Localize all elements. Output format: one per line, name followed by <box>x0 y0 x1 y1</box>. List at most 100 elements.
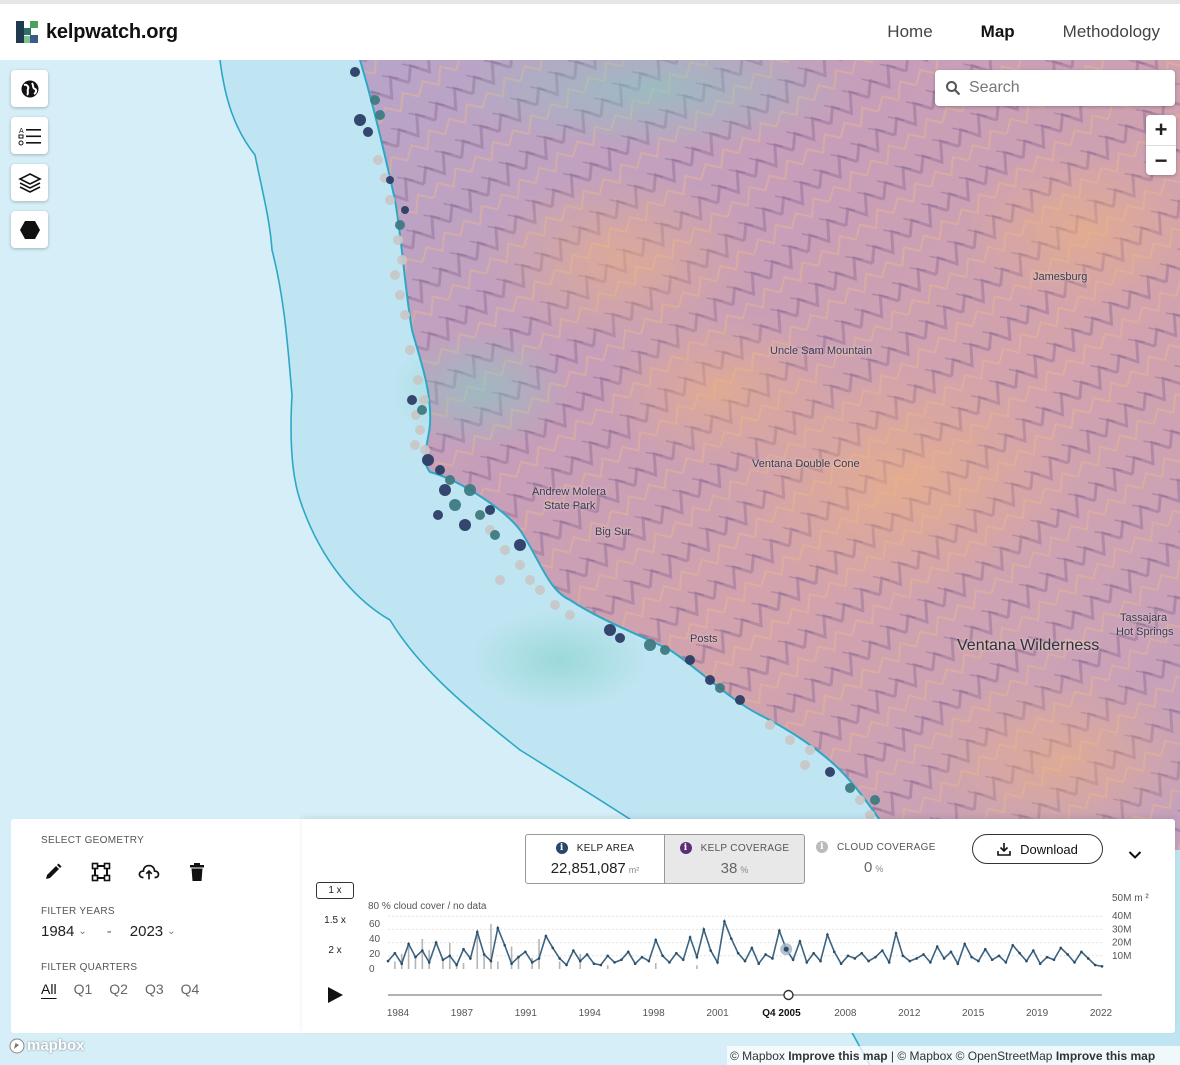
kelp-area-point <box>791 958 795 962</box>
kelp-area-point <box>469 957 472 960</box>
mapbox-icon <box>9 1038 25 1053</box>
kelp-area-point <box>455 963 458 967</box>
quarter-q1[interactable]: Q1 <box>74 981 93 997</box>
kelp-area-point <box>613 961 616 964</box>
kelp-area-point <box>949 950 953 954</box>
kelp-area-point <box>778 929 781 933</box>
cloud-cover-bar <box>476 935 479 969</box>
kelp-area-point <box>1066 953 1069 956</box>
kelp-area-point <box>530 961 534 964</box>
kelp-area-point <box>702 928 706 931</box>
kelp-area-point <box>1025 959 1028 963</box>
kelp-area-point <box>421 949 424 952</box>
kelp-area-point <box>901 954 905 958</box>
kelp-area-point <box>990 958 994 962</box>
cloud-cover-bar <box>407 946 410 969</box>
timeline-handle[interactable] <box>783 989 794 1001</box>
kelp-area-point <box>812 951 815 955</box>
mapbox-logo[interactable]: mapbox <box>9 1037 85 1054</box>
zoom-out-button[interactable]: − <box>1146 145 1176 175</box>
attribution-mapbox-link[interactable]: © Mapbox <box>730 1049 785 1063</box>
kelp-area-point <box>558 957 561 960</box>
kelp-area-point <box>935 945 939 948</box>
year-from-select[interactable]: 1984 ⌄ <box>41 923 87 940</box>
kelp-timeseries-chart[interactable]: 80 % cloud cover / no data 50M m ² 60 40 2… <box>302 819 1175 1033</box>
kelp-area-point <box>867 959 870 963</box>
draw-rectangle-button[interactable] <box>89 860 113 884</box>
kelp-area-point <box>716 961 719 964</box>
place-state-park: State Park <box>544 500 596 512</box>
place-big-sur: Big Sur <box>595 526 632 538</box>
kelp-area-point <box>1038 962 1042 966</box>
quarter-q3[interactable]: Q3 <box>145 981 164 997</box>
hexagon-grid-button[interactable] <box>11 211 48 248</box>
basemap-toggle-button[interactable] <box>11 70 48 107</box>
kelp-area-point <box>915 957 918 960</box>
search-input[interactable] <box>969 79 1159 97</box>
layers-button[interactable] <box>11 164 48 201</box>
cloud-cover-bar <box>421 939 424 969</box>
kelp-area-point <box>462 947 465 951</box>
kelp-area-point <box>551 946 555 950</box>
year-range: 1984 ⌄ - 2023 ⌄ <box>41 923 272 940</box>
pencil-icon <box>46 863 62 879</box>
year-from-value: 1984 <box>41 923 75 940</box>
cloud-cover-bar <box>558 961 561 969</box>
delete-geometry-button[interactable] <box>185 860 209 884</box>
site-logo[interactable]: kelpwatch.org <box>16 21 178 44</box>
kelp-area-point <box>729 937 733 940</box>
kelp-area-point <box>407 942 410 946</box>
kelp-area-point <box>874 955 877 959</box>
cloud-cover-bar <box>414 957 417 969</box>
left-tick-label: 40 <box>369 934 381 945</box>
chevron-down-icon: ⌄ <box>78 926 87 937</box>
right-tick-label: 30M <box>1112 924 1131 935</box>
kelp-area-point <box>819 959 822 963</box>
kelp-area-point <box>1032 949 1035 952</box>
zoom-in-button[interactable]: + <box>1146 115 1176 145</box>
kelp-area-point <box>736 951 740 955</box>
kelp-area-point <box>1045 955 1049 959</box>
kelp-area-series-line <box>387 918 1103 968</box>
improve-map-link[interactable]: Improve this map <box>788 1049 887 1063</box>
kelp-area-point <box>585 953 589 956</box>
filter-years-label: FILTER YEARS <box>41 906 115 917</box>
quarter-q2[interactable]: Q2 <box>109 981 128 997</box>
chevron-down-icon: ⌄ <box>167 926 176 937</box>
place-ventana-double-cone: Ventana Double Cone <box>752 458 860 470</box>
timeseries-panel: i KELP AREA 22,851,087 m² i KELP COVERAGE… <box>302 819 1175 1033</box>
nav-map[interactable]: Map <box>981 22 1015 42</box>
attribution-mapbox-link-2[interactable]: © Mapbox <box>897 1049 952 1063</box>
improve-map-link-2[interactable]: Improve this map <box>1056 1049 1155 1063</box>
kelp-area-point <box>441 958 445 962</box>
draw-polygon-button[interactable] <box>41 860 65 884</box>
upload-geometry-button[interactable] <box>137 860 161 884</box>
quarter-q4[interactable]: Q4 <box>181 981 200 997</box>
rectangle-select-icon <box>91 862 111 882</box>
nav-home[interactable]: Home <box>887 22 932 42</box>
kelp-area-point <box>977 959 980 963</box>
cloud-cover-bar <box>442 960 444 969</box>
kelp-area-point <box>448 954 452 958</box>
kelp-area-point <box>860 951 864 955</box>
quarter-all[interactable]: All <box>41 981 57 997</box>
kelp-area-point <box>1018 951 1021 955</box>
kelp-area-point <box>853 957 857 960</box>
cloud-upload-icon <box>138 864 160 880</box>
kelp-area-point <box>695 955 699 959</box>
attribution-osm-link[interactable]: © OpenStreetMap <box>956 1049 1053 1063</box>
kelp-area-point <box>750 946 754 950</box>
cloud-cover-bar <box>462 963 465 969</box>
cloud-cover-bar <box>606 965 609 969</box>
kelp-area-point <box>1059 946 1063 950</box>
map-search[interactable] <box>935 70 1175 106</box>
kelp-area-point <box>757 962 761 966</box>
nav-methodology[interactable]: Methodology <box>1063 22 1160 42</box>
kelp-area-point <box>1011 943 1015 947</box>
place-ventana-wilderness: Ventana Wilderness <box>957 637 1100 654</box>
kelp-area-point <box>956 962 960 966</box>
year-to-select[interactable]: 2023 ⌄ <box>130 923 176 940</box>
kelp-area-point <box>1073 961 1076 964</box>
legend-button[interactable]: A <box>11 117 48 154</box>
select-geometry-label: SELECT GEOMETRY <box>41 835 145 846</box>
